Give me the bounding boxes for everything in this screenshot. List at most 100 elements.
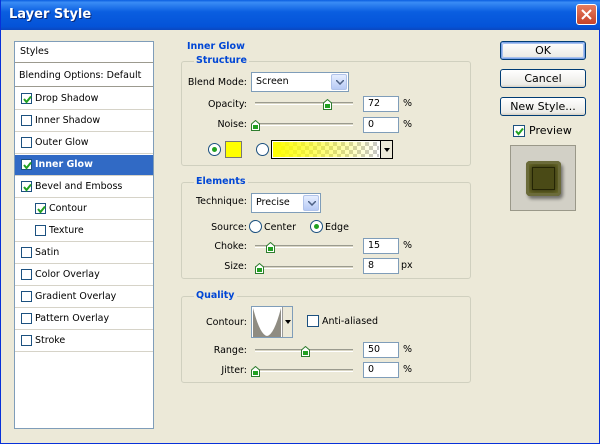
gradient-preview — [273, 142, 379, 157]
style-item-checkbox[interactable] — [21, 181, 32, 192]
triangle-down-icon — [384, 148, 390, 152]
style-item-checkbox[interactable] — [21, 247, 32, 258]
style-item-bevel-and-emboss[interactable]: Bevel and Emboss — [15, 177, 153, 198]
blend-mode-select[interactable]: Screen — [251, 72, 349, 92]
style-item-checkbox[interactable] — [21, 115, 32, 126]
size-slider-track[interactable] — [255, 266, 353, 269]
glow-color-swatch[interactable] — [225, 141, 242, 158]
radio-dot — [314, 224, 319, 229]
source-edge-label: Edge — [325, 222, 349, 233]
chevron-down-icon — [308, 201, 316, 206]
style-item-inner-glow[interactable]: Inner Glow — [15, 155, 153, 176]
glow-gradient-picker[interactable] — [271, 140, 393, 159]
technique-dropdown-arrow[interactable] — [303, 195, 319, 211]
opacity-input[interactable]: 72 — [363, 96, 399, 112]
style-item-drop-shadow[interactable]: Drop Shadow — [15, 89, 153, 110]
style-item-checkbox[interactable] — [21, 137, 32, 148]
contour-label: Contour: — [206, 317, 247, 328]
style-item-checkbox[interactable] — [35, 225, 46, 236]
source-edge-radio[interactable] — [310, 220, 323, 233]
choke-unit: % — [403, 240, 413, 251]
anti-aliased-checkbox[interactable] — [307, 315, 319, 327]
range-input[interactable]: 50 — [363, 342, 399, 358]
glow-gradient-radio[interactable] — [256, 143, 269, 156]
style-item-outer-glow[interactable]: Outer Glow — [15, 133, 153, 154]
style-item-texture[interactable]: Texture — [15, 221, 153, 242]
cancel-button[interactable]: Cancel — [500, 69, 586, 88]
checkmark-icon — [515, 127, 524, 136]
style-item-checkbox[interactable] — [21, 335, 32, 346]
checkmark-icon — [37, 205, 46, 214]
jitter-slider-thumb[interactable] — [251, 366, 260, 377]
gradient-dropdown-arrow[interactable] — [380, 141, 392, 158]
style-item-contour[interactable]: Contour — [15, 199, 153, 220]
noise-slider-thumb[interactable] — [251, 120, 260, 131]
blending-options-label: Blending Options: Default — [19, 70, 142, 81]
style-item-color-overlay[interactable]: Color Overlay — [15, 265, 153, 286]
opacity-slider-thumb[interactable] — [323, 99, 332, 110]
size-unit: px — [401, 260, 413, 271]
source-center-radio[interactable] — [249, 220, 262, 233]
close-button[interactable] — [576, 4, 597, 25]
style-item-label: Satin — [35, 247, 60, 258]
noise-input[interactable]: 0 — [363, 117, 399, 133]
opacity-label: Opacity: — [207, 99, 247, 110]
contour-picker[interactable] — [251, 306, 293, 338]
preview-label: Preview — [529, 124, 572, 137]
new-style-button[interactable]: New Style... — [500, 97, 586, 116]
technique-select[interactable]: Precise — [251, 193, 321, 213]
style-item-label: Drop Shadow — [35, 93, 99, 104]
checkmark-icon — [23, 161, 32, 170]
style-item-checkbox[interactable] — [21, 313, 32, 324]
range-slider-thumb[interactable] — [301, 346, 310, 357]
style-item-pattern-overlay[interactable]: Pattern Overlay — [15, 309, 153, 330]
style-item-checkbox[interactable] — [21, 291, 32, 302]
style-item-checkbox[interactable] — [21, 269, 32, 280]
style-item-label: Color Overlay — [35, 269, 100, 280]
style-item-satin[interactable]: Satin — [15, 243, 153, 264]
contour-dropdown-arrow[interactable] — [282, 307, 292, 337]
style-item-label: Contour — [49, 203, 87, 214]
styles-header-label: Styles — [20, 46, 49, 57]
blending-options-item[interactable]: Blending Options: Default — [15, 66, 153, 87]
jitter-input[interactable]: 0 — [363, 362, 399, 378]
ok-button[interactable]: OK — [500, 41, 586, 60]
opacity-unit: % — [403, 98, 413, 109]
style-item-label: Stroke — [35, 335, 66, 346]
glow-color-radio[interactable] — [208, 143, 221, 156]
style-item-checkbox[interactable] — [21, 93, 32, 104]
inner-glow-title: Inner Glow — [185, 41, 247, 52]
chevron-down-icon — [336, 80, 344, 85]
jitter-slider-track[interactable] — [255, 369, 353, 372]
style-preview — [510, 145, 576, 211]
preview-swatch — [526, 161, 561, 196]
checkmark-icon — [23, 95, 32, 104]
preview-swatch-inner — [532, 167, 555, 190]
blend-mode-label: Blend Mode: — [187, 77, 247, 88]
anti-aliased-label: Anti-aliased — [322, 316, 379, 327]
blend-mode-value: Screen — [256, 76, 289, 87]
source-center-label: Center — [264, 222, 296, 233]
style-item-checkbox[interactable] — [35, 203, 46, 214]
blend-mode-dropdown-arrow[interactable] — [331, 74, 347, 90]
title-bar[interactable]: Layer Style — [1, 0, 600, 30]
preview-checkbox[interactable] — [513, 125, 525, 137]
size-slider-thumb[interactable] — [255, 263, 264, 274]
jitter-unit: % — [403, 364, 413, 375]
source-label: Source: — [211, 222, 247, 233]
size-input[interactable]: 8 — [363, 258, 399, 274]
range-unit: % — [403, 344, 413, 355]
opacity-slider-track[interactable] — [255, 102, 353, 105]
style-item-checkbox[interactable] — [21, 159, 32, 170]
choke-input[interactable]: 15 — [363, 238, 399, 254]
noise-slider-track[interactable] — [255, 123, 353, 126]
window-title: Layer Style — [9, 7, 92, 22]
style-item-label: Texture — [49, 225, 84, 236]
style-item-label: Inner Shadow — [35, 115, 101, 126]
range-label: Range: — [213, 345, 247, 356]
style-item-stroke[interactable]: Stroke — [15, 331, 153, 352]
choke-slider-thumb[interactable] — [266, 242, 275, 253]
style-item-inner-shadow[interactable]: Inner Shadow — [15, 111, 153, 132]
style-item-gradient-overlay[interactable]: Gradient Overlay — [15, 287, 153, 308]
styles-list-header[interactable]: Styles — [15, 42, 153, 63]
